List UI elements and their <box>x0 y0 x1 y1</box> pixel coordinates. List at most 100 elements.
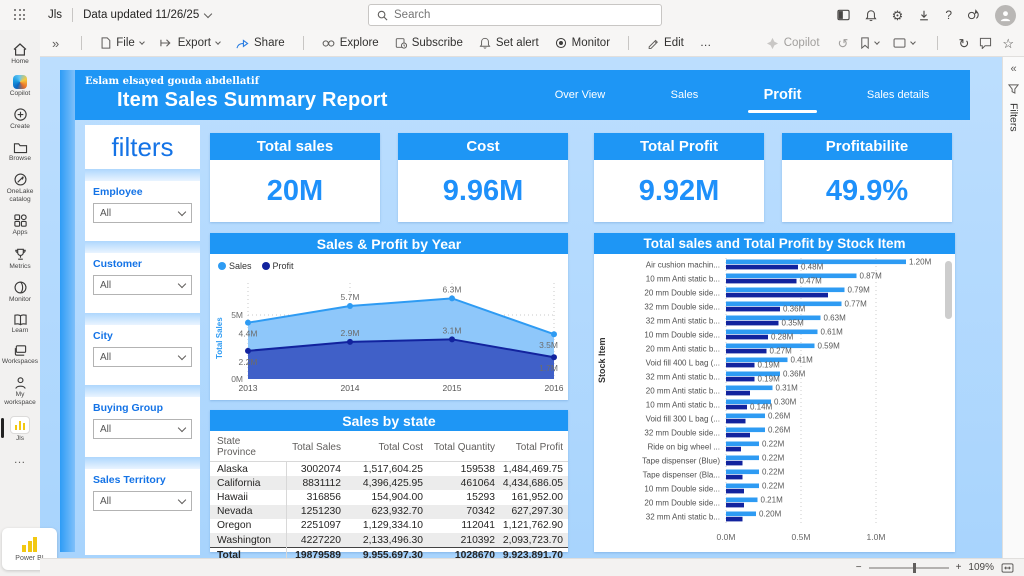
nav-item-my-workspace[interactable]: My workspace <box>0 372 40 412</box>
profit-bar[interactable] <box>726 321 779 326</box>
nav-item-monitor[interactable]: Monitor <box>0 276 40 309</box>
profit-point[interactable] <box>551 354 557 360</box>
more-options-button[interactable]: … <box>692 30 721 56</box>
fit-to-page-icon[interactable] <box>1001 563 1014 573</box>
profit-bar[interactable] <box>726 377 755 382</box>
sales-point[interactable] <box>347 303 353 309</box>
export-menu-button[interactable]: Export <box>152 30 228 56</box>
refresh-icon[interactable]: ↻ <box>958 37 969 50</box>
tab-over-view[interactable]: Over View <box>553 85 608 105</box>
sales-bar[interactable] <box>726 470 759 475</box>
nav-item-create[interactable]: Create <box>0 103 40 136</box>
table-row[interactable]: Nevada1251230623,932.7070342627,297.30 <box>210 505 568 519</box>
profit-bar[interactable] <box>726 489 744 494</box>
expand-pages-button[interactable]: » <box>40 30 71 56</box>
explore-button[interactable]: Explore <box>314 30 387 56</box>
profit-point[interactable] <box>245 348 251 354</box>
sales-bar[interactable] <box>726 428 765 433</box>
sales-bar[interactable] <box>726 274 857 279</box>
monitor-button[interactable]: Monitor <box>547 30 618 56</box>
sales-bar[interactable] <box>726 316 821 321</box>
column-header[interactable]: State Province <box>210 433 286 462</box>
profit-bar[interactable] <box>726 335 768 340</box>
buying-group-dropdown[interactable]: All <box>93 419 192 439</box>
edit-button[interactable]: Edit <box>639 30 692 56</box>
profit-bar[interactable] <box>726 349 767 354</box>
kpi-total-sales[interactable]: Total sales 20M <box>210 133 380 222</box>
nav-item-browse[interactable]: Browse <box>0 137 40 168</box>
sales-territory-dropdown[interactable]: All <box>93 491 192 511</box>
profit-bar[interactable] <box>726 475 743 480</box>
avatar[interactable] <box>995 5 1016 26</box>
chart-scrollbar[interactable] <box>945 261 952 541</box>
profit-bar[interactable] <box>726 461 743 466</box>
side-panel-icon[interactable] <box>837 9 850 21</box>
zoom-out-button[interactable]: − <box>856 562 862 573</box>
sales-by-state-card[interactable]: Sales by state State ProvinceTotal Sales… <box>210 410 568 552</box>
sales-point[interactable] <box>245 320 251 326</box>
kpi-profitability[interactable]: Profitabilite 49.9% <box>782 133 952 222</box>
profit-point[interactable] <box>347 339 353 345</box>
profit-bar[interactable] <box>726 363 755 368</box>
help-icon[interactable]: ? <box>945 9 952 21</box>
profit-bar[interactable] <box>726 419 746 424</box>
nav-more-button[interactable]: … <box>0 448 40 472</box>
nav-item-workspaces[interactable]: Workspaces <box>0 340 40 371</box>
sales-bar[interactable] <box>726 386 773 391</box>
tab-sales[interactable]: Sales <box>669 85 701 105</box>
nav-item-onelake-catalog[interactable]: OneLake catalog <box>0 168 40 209</box>
table-row[interactable]: California88311124,396,425.954610644,434… <box>210 476 568 490</box>
table-row[interactable]: Washington42272202,133,496.302103922,093… <box>210 533 568 548</box>
file-menu-button[interactable]: File <box>92 30 152 56</box>
column-header[interactable]: Total Sales <box>286 433 346 462</box>
profit-bar[interactable] <box>726 265 798 270</box>
column-header[interactable]: Total Quantity <box>428 433 500 462</box>
share-button[interactable]: Share <box>228 30 293 56</box>
employee-dropdown[interactable]: All <box>93 203 192 223</box>
kpi-cost[interactable]: Cost 9.96M <box>398 133 568 222</box>
kpi-total-profit[interactable]: Total Profit 9.92M <box>594 133 764 222</box>
sales-bar[interactable] <box>726 456 759 461</box>
comments-icon[interactable] <box>979 37 992 49</box>
download-icon[interactable] <box>918 9 930 22</box>
set-alert-button[interactable]: Set alert <box>471 30 547 56</box>
city-dropdown[interactable]: All <box>93 347 192 367</box>
profit-bar[interactable] <box>726 503 744 508</box>
tab-profit[interactable]: Profit <box>762 83 804 107</box>
profit-bar[interactable] <box>726 307 780 312</box>
subscribe-button[interactable]: Subscribe <box>387 30 471 56</box>
sales-point[interactable] <box>551 331 557 337</box>
zoom-slider[interactable] <box>869 567 949 569</box>
zoom-slider-thumb[interactable] <box>913 563 916 573</box>
tab-sales-details[interactable]: Sales details <box>865 85 931 105</box>
sales-by-state-table[interactable]: State ProvinceTotal SalesTotal CostTotal… <box>210 433 568 558</box>
profit-bar[interactable] <box>726 447 741 452</box>
profit-bar[interactable] <box>726 293 828 298</box>
expand-filters-button[interactable]: « <box>1010 63 1016 75</box>
sales-bar[interactable] <box>726 288 845 293</box>
sales-bar[interactable] <box>726 484 759 489</box>
data-updated-control[interactable]: Data updated 11/26/25 <box>83 9 211 21</box>
nav-item-copilot[interactable]: Copilot <box>0 71 40 103</box>
sales-point[interactable] <box>449 295 455 301</box>
sales-bar[interactable] <box>726 512 756 517</box>
nav-item-metrics[interactable]: Metrics <box>0 243 40 276</box>
sales-profit-area-chart[interactable]: 4.4M5.7M6.3M3.5M2.2M2.9M3.1M1.7M0M5M2013… <box>210 273 568 402</box>
stock-item-bar-chart[interactable]: Air cushion machin...1.20M0.48M10 mm Ant… <box>594 256 955 551</box>
column-header[interactable]: Total Profit <box>500 433 568 462</box>
profit-bar[interactable] <box>726 433 750 438</box>
view-menu-button[interactable] <box>891 30 917 56</box>
stock-item-bar-card[interactable]: Total sales and Total Profit by Stock It… <box>594 233 955 552</box>
bookmarks-button[interactable] <box>858 30 881 56</box>
bell-icon[interactable] <box>865 9 877 22</box>
sales-bar[interactable] <box>726 498 758 503</box>
profit-bar[interactable] <box>726 405 747 410</box>
search-input[interactable] <box>394 9 653 21</box>
profit-bar[interactable] <box>726 279 797 284</box>
profit-bar[interactable] <box>726 517 743 522</box>
waffle-icon[interactable] <box>14 9 26 21</box>
sales-bar[interactable] <box>726 442 759 447</box>
global-search[interactable] <box>368 4 662 26</box>
zoom-in-button[interactable]: + <box>956 562 962 573</box>
scrollbar-thumb[interactable] <box>945 261 952 319</box>
